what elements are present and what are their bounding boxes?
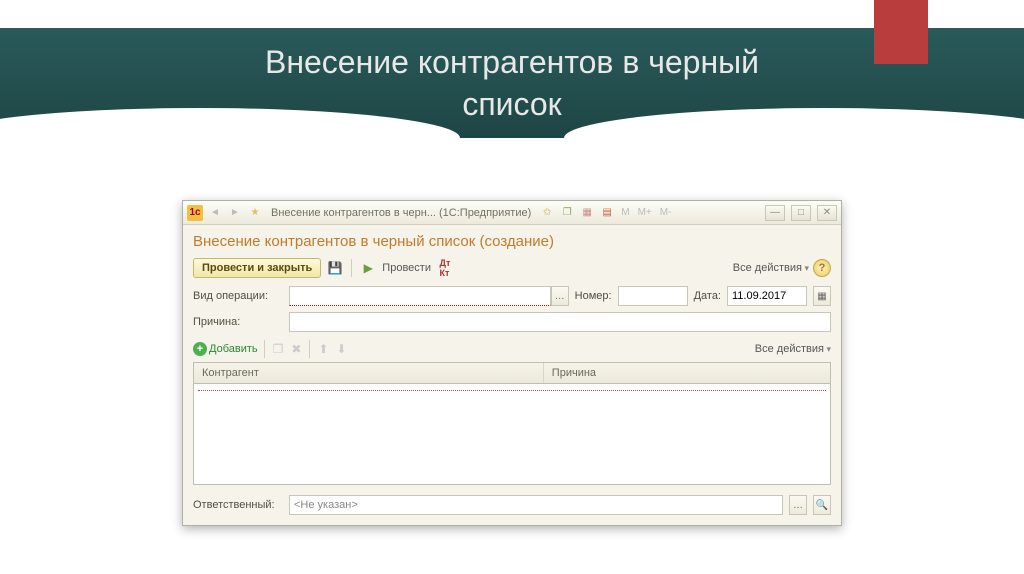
m-plus-button[interactable]: M+ xyxy=(636,207,654,218)
operation-lookup-button[interactable]: … xyxy=(551,286,569,306)
save-icon[interactable]: 💾 xyxy=(325,258,345,278)
form-title: Внесение контрагентов в черный список (с… xyxy=(193,233,831,250)
col-reason[interactable]: Причина xyxy=(544,363,830,383)
titlebar: 1c ◄ ► ★ Внесение контрагентов в черн...… xyxy=(183,201,841,225)
col-counterparty[interactable]: Контрагент xyxy=(194,363,544,383)
bookmark-icon[interactable]: ✩ xyxy=(539,205,555,221)
all-actions-dropdown[interactable]: Все действия xyxy=(733,262,809,274)
separator xyxy=(351,259,352,277)
favorite-icon[interactable]: ★ xyxy=(247,205,263,221)
grid-body[interactable] xyxy=(194,384,830,484)
window-title: Внесение контрагентов в черн... (1С:Пред… xyxy=(271,207,531,219)
add-label: Добавить xyxy=(209,343,258,355)
grid-all-actions-dropdown[interactable]: Все действия xyxy=(755,343,831,355)
responsible-search-button[interactable]: 🔍 xyxy=(813,495,831,515)
reason-label: Причина: xyxy=(193,316,283,328)
submit-close-button[interactable]: Провести и закрыть xyxy=(193,258,321,278)
date-input[interactable] xyxy=(727,286,807,306)
plus-icon: + xyxy=(193,342,207,356)
accent-tab xyxy=(874,0,928,64)
apply-icon[interactable]: ▶ xyxy=(358,258,378,278)
nav-fwd-icon[interactable]: ► xyxy=(227,205,243,221)
slide-banner: Внесение контрагентов в черный список xyxy=(0,28,1024,138)
number-label: Номер: xyxy=(575,290,612,302)
number-input[interactable] xyxy=(618,286,688,306)
separator xyxy=(264,340,265,358)
separator xyxy=(309,340,310,358)
responsible-input[interactable]: <Не указан> xyxy=(289,495,783,515)
main-toolbar: Провести и закрыть 💾 ▶ Провести ДтКт Все… xyxy=(193,258,831,278)
reason-input[interactable] xyxy=(289,312,831,332)
delete-icon[interactable]: ✖ xyxy=(289,342,303,356)
responsible-lookup-button[interactable]: … xyxy=(789,495,807,515)
calendar-icon[interactable]: ▤ xyxy=(599,205,615,221)
m-button[interactable]: M xyxy=(619,207,631,218)
move-up-icon[interactable]: ⬆ xyxy=(316,342,330,356)
m-minus-button[interactable]: M- xyxy=(658,207,674,218)
dtkt-icon[interactable]: ДтКт xyxy=(435,258,455,278)
add-row-button[interactable]: + Добавить xyxy=(193,342,258,356)
responsible-label: Ответственный: xyxy=(193,499,283,511)
new-row-marker xyxy=(198,390,826,391)
date-label: Дата: xyxy=(694,290,721,302)
copy-icon[interactable]: ❐ xyxy=(271,342,286,356)
data-grid: Контрагент Причина xyxy=(193,362,831,485)
operation-type-input[interactable] xyxy=(289,286,551,306)
apply-label[interactable]: Провести xyxy=(382,262,431,274)
attach-icon[interactable]: ❐ xyxy=(559,205,575,221)
app-window: 1c ◄ ► ★ Внесение контрагентов в черн...… xyxy=(182,200,842,526)
operation-type-label: Вид операции: xyxy=(193,290,283,302)
move-down-icon[interactable]: ⬇ xyxy=(335,342,349,356)
close-button[interactable]: ✕ xyxy=(817,205,837,221)
slide-title: Внесение контрагентов в черный список xyxy=(0,28,1024,125)
grid-toolbar: + Добавить ❐ ✖ ⬆ ⬇ Все действия xyxy=(193,340,831,358)
date-picker-button[interactable]: ▦ xyxy=(813,286,831,306)
help-icon[interactable]: ? xyxy=(813,259,831,277)
nav-back-icon[interactable]: ◄ xyxy=(207,205,223,221)
grid-icon[interactable]: ▦ xyxy=(579,205,595,221)
minimize-button[interactable]: — xyxy=(765,205,785,221)
app-logo-icon: 1c xyxy=(187,205,203,221)
maximize-button[interactable]: □ xyxy=(791,205,811,221)
grid-header: Контрагент Причина xyxy=(194,363,830,384)
responsible-value: <Не указан> xyxy=(294,499,358,511)
